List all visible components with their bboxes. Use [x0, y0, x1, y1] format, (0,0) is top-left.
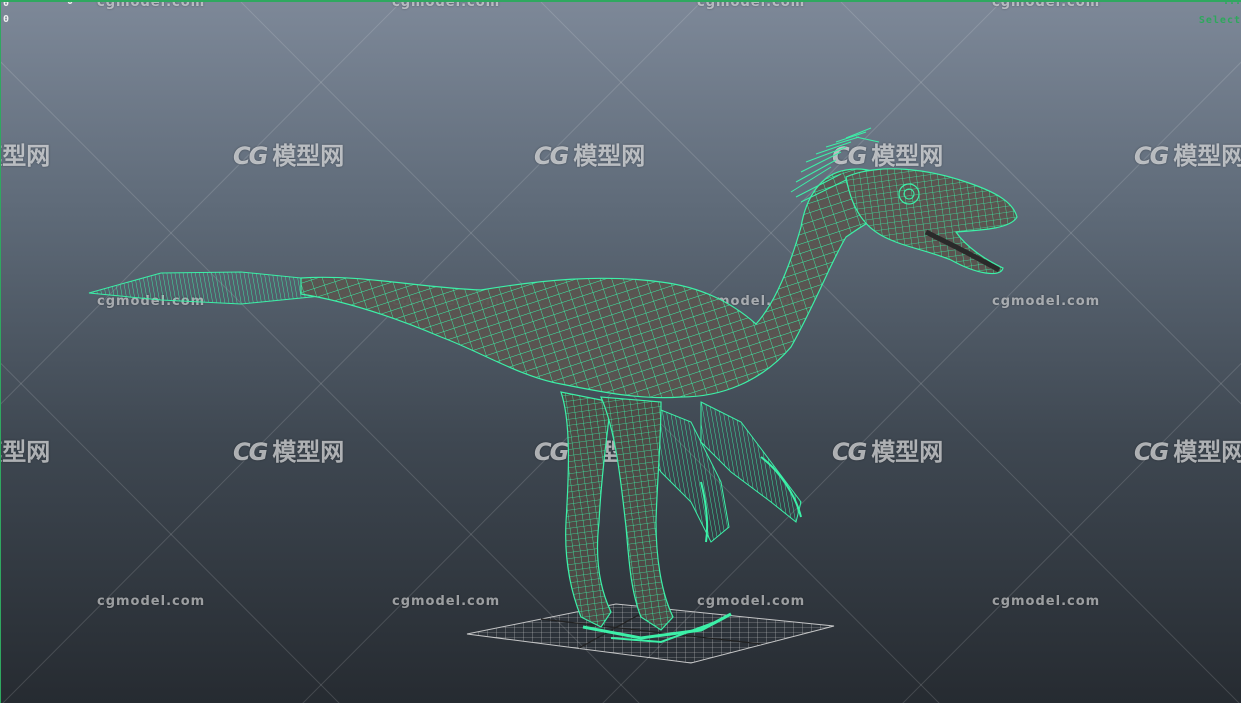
dinosaur-wireframe-icon[interactable]: [1, 2, 1241, 703]
maya-viewport[interactable]: 0 0 0 ... Select cgmodel.com cgmodel.com…: [0, 0, 1241, 703]
tail-feathers: [88, 271, 332, 305]
body-mesh: [300, 168, 907, 399]
arm-feathers: [640, 401, 802, 543]
head-mesh: [845, 168, 1018, 275]
